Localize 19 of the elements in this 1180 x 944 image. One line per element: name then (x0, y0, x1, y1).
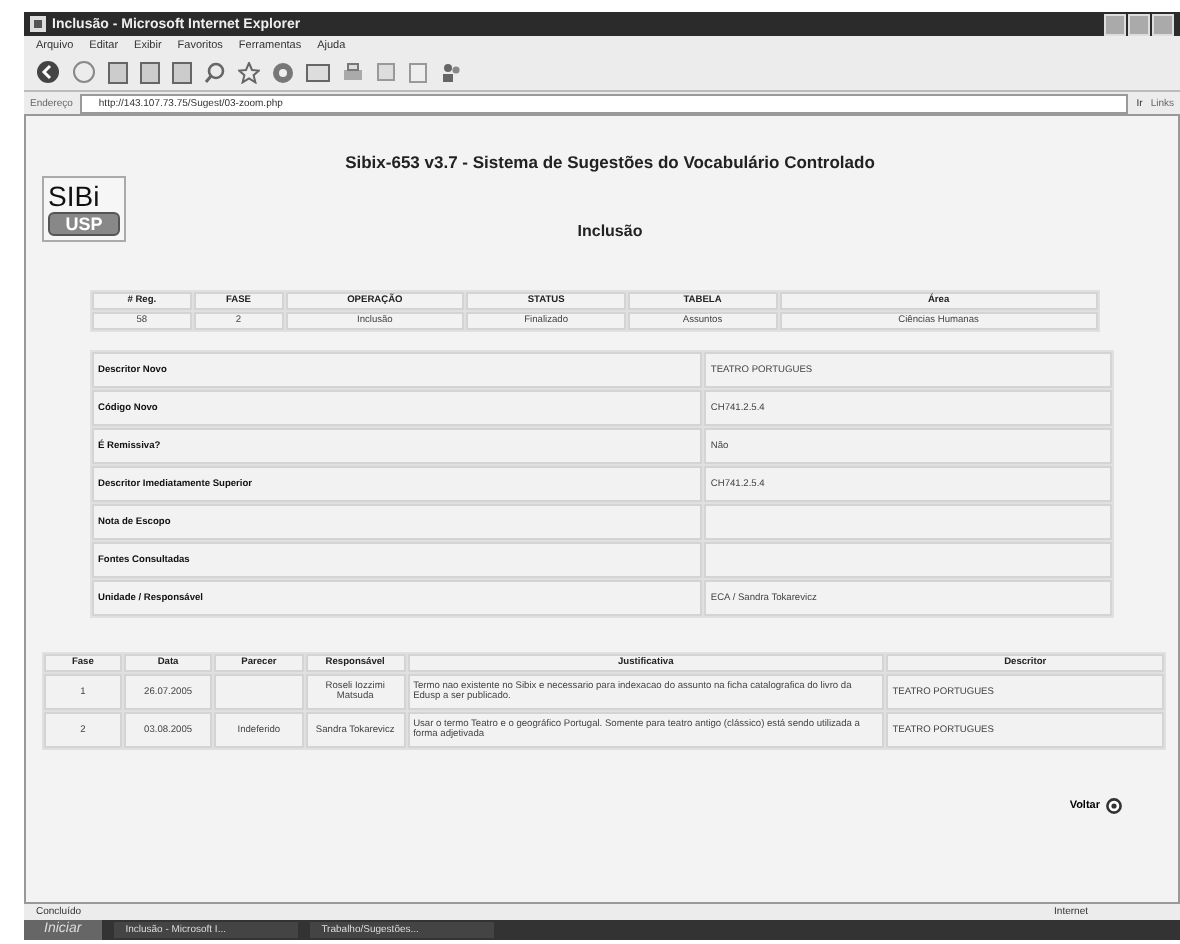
people-icon[interactable] (440, 61, 462, 83)
minimize-button[interactable] (1104, 13, 1126, 35)
page-title: Sibix-653 v3.7 - Sistema de Sugestões do Vocabulário Controlado (343, 152, 877, 172)
printer-icon[interactable] (342, 61, 364, 83)
search-icon[interactable] (204, 61, 226, 83)
back-icon[interactable] (36, 60, 60, 84)
browser-icon (30, 16, 46, 32)
maximize-button[interactable] (1128, 13, 1150, 35)
close-button[interactable] (1152, 13, 1174, 35)
document-icon[interactable] (140, 61, 160, 83)
document-icon[interactable] (108, 61, 128, 83)
document-icon[interactable] (172, 61, 192, 83)
globe-icon[interactable] (272, 61, 294, 83)
page-heading: Inclusão (577, 222, 643, 240)
star-icon[interactable] (238, 61, 260, 83)
back-circle-icon[interactable] (1106, 798, 1122, 814)
logo: SIBi USP (42, 176, 126, 242)
mail-icon[interactable] (306, 62, 330, 82)
forward-icon[interactable] (72, 60, 96, 84)
